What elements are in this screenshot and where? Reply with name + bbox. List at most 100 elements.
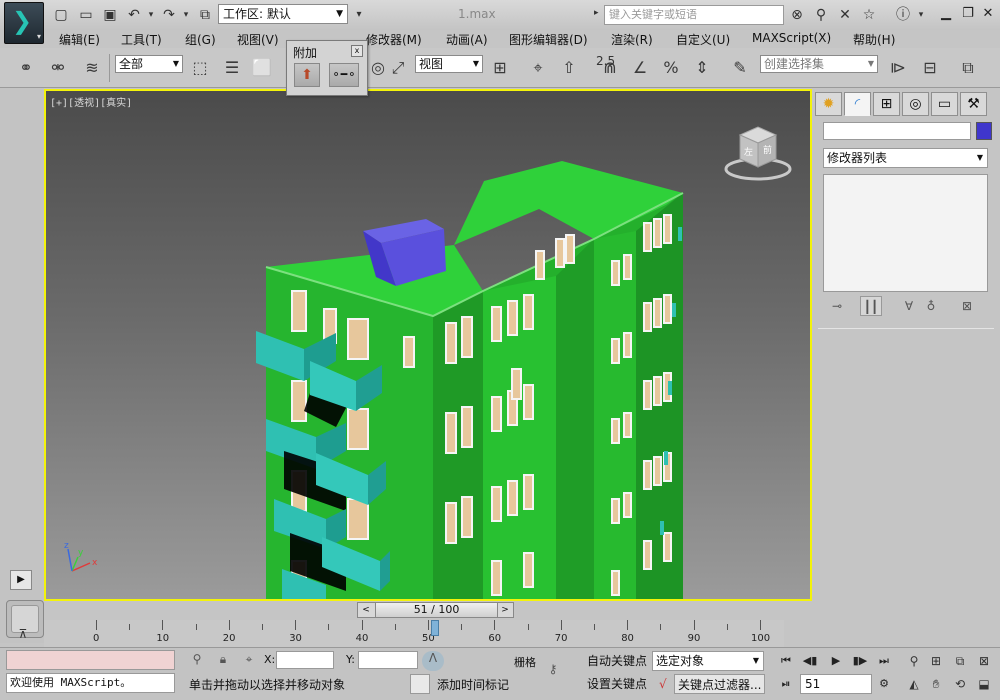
quick-access-dropdown-icon[interactable]: ▾ xyxy=(350,6,368,24)
zoom-all-icon[interactable]: ⊞ xyxy=(926,651,946,671)
menu-maxscript[interactable]: MAXScript(X) xyxy=(752,31,831,45)
zoom-icon[interactable]: ⚲ xyxy=(904,651,924,671)
key-icon[interactable]: ⚷ xyxy=(544,662,562,678)
previous-key-icon[interactable]: ◀▮ xyxy=(800,651,820,671)
auto-key-button[interactable]: 自动关键点 xyxy=(584,651,650,671)
binoculars-icon[interactable]: ⊗ xyxy=(788,6,806,24)
go-to-end-icon[interactable]: ⏭ xyxy=(874,651,894,671)
menu-views[interactable]: 视图(V) xyxy=(237,31,279,48)
tab-motion[interactable]: ◎ xyxy=(902,92,929,116)
set-key-button[interactable]: 设置关键点 xyxy=(584,674,650,694)
next-frame-icon[interactable]: > xyxy=(498,603,512,617)
angle-snap-icon[interactable]: ∠ xyxy=(628,56,652,80)
modifier-stack-list[interactable] xyxy=(823,174,988,292)
pan-hand-icon[interactable]: ✋︎ xyxy=(926,674,946,694)
key-mode-toggle-icon[interactable]: ⏯ xyxy=(776,674,796,694)
search-input[interactable]: 键入关键字或短语 xyxy=(604,5,784,25)
isolate-selection-icon[interactable]: ⚲ xyxy=(188,652,206,668)
redo-dropdown-icon[interactable]: ▾ xyxy=(177,6,195,24)
edit-named-selection-icon[interactable]: ✎ xyxy=(728,56,752,80)
snaps-toggle-icon[interactable]: ⋒ xyxy=(598,56,622,80)
time-slider[interactable]: < 51 / 100 > xyxy=(357,602,514,618)
link-icon[interactable]: ⚭ xyxy=(14,56,38,80)
previous-frame-icon[interactable]: < xyxy=(359,603,373,617)
help-dropdown-icon[interactable]: ▾ xyxy=(912,6,930,24)
communication-center-icon[interactable]: ✕ xyxy=(836,6,854,24)
remove-modifier-icon[interactable]: ♁ xyxy=(920,296,942,316)
play-icon[interactable]: ▶ xyxy=(826,651,846,671)
track-bar[interactable] xyxy=(44,620,784,647)
menu-rendering[interactable]: 渲染(R) xyxy=(611,31,653,48)
show-end-result-icon[interactable]: ┃┃ xyxy=(860,296,882,316)
object-name-field[interactable] xyxy=(823,122,971,140)
menu-tools[interactable]: 工具(T) xyxy=(121,31,162,48)
project-folder-icon[interactable]: ⧉ xyxy=(196,6,214,24)
attach-button[interactable]: ⬆ xyxy=(294,63,320,87)
add-time-tag-button[interactable]: 添加时间标记 xyxy=(437,676,509,693)
save-file-icon[interactable]: ▣ xyxy=(101,6,119,24)
select-object-icon[interactable]: ⬚ xyxy=(188,56,212,80)
restore-button[interactable]: ❐ xyxy=(958,6,978,24)
coord-x-field[interactable] xyxy=(276,651,334,669)
building-model[interactable] xyxy=(46,91,810,599)
time-tag-toggle[interactable] xyxy=(410,674,430,694)
application-menu-button[interactable]: ❯ ▾ xyxy=(4,2,44,44)
tab-hierarchy[interactable]: ⊞ xyxy=(873,92,900,116)
maxscript-mini-listener-input[interactable]: 欢迎使用 MAXScript。 xyxy=(6,673,175,693)
maxscript-mini-listener-output[interactable] xyxy=(6,650,175,670)
menu-edit[interactable]: 编辑(E) xyxy=(59,31,100,48)
select-manipulate-icon[interactable]: ⌖ xyxy=(526,56,550,80)
close-button[interactable]: ✕ xyxy=(978,6,998,24)
tab-display[interactable]: ▭ xyxy=(931,92,958,116)
open-mini-curve-editor-icon[interactable]: ⊼ xyxy=(12,624,34,644)
mirror-icon[interactable]: ⧐ xyxy=(886,56,910,80)
coord-y-field[interactable] xyxy=(358,651,418,669)
bind-space-warp-icon[interactable]: ≋ xyxy=(80,56,104,80)
menu-help[interactable]: 帮助(H) xyxy=(853,31,895,48)
search-expand-icon[interactable]: ▸ xyxy=(594,8,599,18)
maximize-viewport-icon[interactable]: ⬓ xyxy=(974,674,994,694)
orbit-icon[interactable]: ⟲ xyxy=(950,674,970,694)
go-to-start-icon[interactable]: ⏮ xyxy=(776,651,796,671)
keyboard-shortcut-override-icon[interactable]: ⇧ xyxy=(557,56,581,80)
select-by-name-icon[interactable]: ☰ xyxy=(220,56,244,80)
minimize-button[interactable]: ▁ xyxy=(936,6,956,24)
close-icon[interactable]: x xyxy=(351,45,363,57)
menu-customize[interactable]: 自定义(U) xyxy=(676,31,730,48)
pivot-center-icon[interactable]: ⊞ xyxy=(488,56,512,80)
reference-coordinate-dropdown[interactable]: 视图 ▼ xyxy=(415,55,483,73)
selection-filter-dropdown[interactable]: 全部 ▼ xyxy=(115,55,183,73)
tab-create[interactable]: ✹ xyxy=(815,92,842,116)
modifier-list-dropdown[interactable]: 修改器列表 ▼ xyxy=(823,148,988,168)
current-frame-field[interactable]: 51 xyxy=(800,674,872,694)
menu-animation[interactable]: 动画(A) xyxy=(446,31,488,48)
unlink-icon[interactable]: ⚮ xyxy=(46,56,70,80)
object-color-swatch[interactable] xyxy=(976,122,992,140)
menu-modifiers[interactable]: 修改器(M) xyxy=(366,31,422,48)
layer-manager-icon[interactable]: ⧉ xyxy=(956,56,980,80)
time-configuration-icon[interactable]: ⚙ xyxy=(874,674,894,694)
new-file-icon[interactable]: ▢ xyxy=(52,6,70,24)
next-key-icon[interactable]: ▮▶ xyxy=(850,651,870,671)
favorites-star-icon[interactable]: ☆ xyxy=(860,6,878,24)
make-unique-icon[interactable]: ∀ xyxy=(898,296,920,316)
zoom-extents-icon[interactable]: ⧉ xyxy=(950,651,970,671)
key-filters-button[interactable]: 关键点过滤器... xyxy=(674,674,766,694)
redo-icon[interactable]: ↷ xyxy=(160,6,178,24)
selection-lock-icon[interactable]: 🔒︎ xyxy=(214,652,232,668)
subscription-icon[interactable]: ⚲ xyxy=(812,6,830,24)
align-icon[interactable]: ⊟ xyxy=(918,56,942,80)
perspective-viewport[interactable]: [+][透视][真实] 左 前 x y z xyxy=(44,89,812,601)
attach-list-button[interactable]: ⚬━⚬ xyxy=(329,63,359,87)
select-and-scale-icon[interactable]: ⤢ xyxy=(386,56,410,80)
undo-dropdown-icon[interactable]: ▾ xyxy=(142,6,160,24)
key-filter-selection-dropdown[interactable]: 选定对象 ▼ xyxy=(652,651,764,671)
workspace-dropdown[interactable]: 工作区: 默认 ▼ xyxy=(218,4,348,24)
current-frame-marker[interactable] xyxy=(430,620,439,636)
pin-stack-icon[interactable]: ⊸ xyxy=(826,296,848,316)
percent-snap-icon[interactable]: % xyxy=(659,56,683,80)
absolute-mode-icon[interactable]: ⌖ xyxy=(240,652,258,668)
open-file-icon[interactable]: ▭ xyxy=(77,6,95,24)
viewcube[interactable]: 左 前 xyxy=(722,121,794,181)
time-slider-thumb[interactable]: 51 / 100 xyxy=(375,603,499,617)
